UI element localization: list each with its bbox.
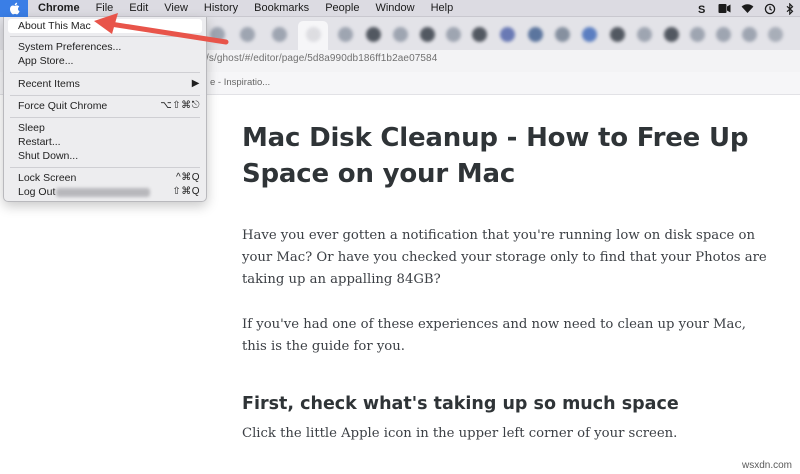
tab-favicon-icon[interactable] (500, 27, 515, 42)
menu-item-label: Shut Down... (18, 150, 79, 162)
menu-item-label: About This Mac (18, 20, 91, 32)
menu-history[interactable]: History (196, 0, 246, 17)
time-machine-icon[interactable] (764, 3, 776, 15)
article-title: Mac Disk Cleanup - How to Free Up Space … (242, 123, 749, 189)
menu-item-lock-screen[interactable]: Lock Screen ^⌘Q (4, 171, 206, 185)
menu-people[interactable]: People (317, 0, 367, 17)
menu-separator (10, 72, 200, 73)
tab-favicon-icon[interactable] (240, 27, 255, 42)
tab-favicon-icon[interactable] (306, 27, 321, 42)
wifi-icon[interactable] (741, 3, 754, 14)
paragraph-1: Have you ever gotten a notification that… (242, 228, 767, 287)
watermark: wsxdn.com (741, 460, 792, 471)
tab-favicon-icon[interactable] (555, 27, 570, 42)
tab-favicon-icon[interactable] (446, 27, 461, 42)
menu-item-restart[interactable]: Restart... (4, 135, 206, 149)
menu-chrome[interactable]: Chrome (28, 0, 88, 17)
menu-file[interactable]: File (88, 0, 122, 17)
tab-favicon-icon[interactable] (768, 27, 783, 42)
menu-bar: Chrome File Edit View History Bookmarks … (0, 0, 800, 17)
menu-item-label: App Store... (18, 55, 74, 67)
menu-item-label: Log Out (18, 186, 56, 198)
tab-favicon-icon[interactable] (393, 27, 408, 42)
skype-icon[interactable]: S (697, 3, 708, 15)
menu-item-app-store[interactable]: App Store... (4, 54, 206, 68)
menu-help[interactable]: Help (423, 0, 462, 17)
tab-favicon-icon[interactable] (716, 27, 731, 42)
menu-bookmarks[interactable]: Bookmarks (246, 0, 317, 17)
menu-separator (10, 167, 200, 168)
redacted-username (56, 187, 151, 197)
bookmark-item[interactable]: e - Inspiratio... (210, 77, 270, 88)
menu-item-about-this-mac[interactable]: About This Mac (8, 19, 202, 33)
submenu-arrow-icon: ▶ (191, 78, 200, 89)
tab-favicon-icon[interactable] (338, 27, 353, 42)
section-heading: First, check what's taking up so much sp… (242, 394, 679, 414)
paragraph-2: If you've had one of these experiences a… (242, 317, 746, 354)
menu-item-label: Force Quit Chrome (18, 100, 108, 112)
svg-text:S: S (698, 4, 705, 15)
tab-favicon-icon[interactable] (210, 27, 225, 42)
apple-menu-button[interactable] (0, 0, 28, 17)
menu-view[interactable]: View (156, 0, 196, 17)
menu-item-log-out[interactable]: Log Out ⇧⌘Q (4, 185, 206, 199)
tab-favicon-icon[interactable] (690, 27, 705, 42)
tab-favicon-icon[interactable] (472, 27, 487, 42)
media-icon[interactable] (718, 3, 731, 14)
tab-favicon-icon[interactable] (742, 27, 757, 42)
menu-separator (10, 95, 200, 96)
menu-edit[interactable]: Edit (121, 0, 156, 17)
menu-item-recent-items[interactable]: Recent Items ▶ (4, 77, 206, 91)
menu-shortcut: ⌥⇧⌘⎋ (160, 100, 200, 111)
menu-item-label: Sleep (18, 122, 45, 134)
menu-item-label: Recent Items (18, 78, 80, 90)
tab-favicon-icon[interactable] (610, 27, 625, 42)
menu-item-label: Lock Screen (18, 172, 77, 184)
tab-favicon-icon[interactable] (528, 27, 543, 42)
menu-item-sleep[interactable]: Sleep (4, 121, 206, 135)
tab-favicon-icon[interactable] (420, 27, 435, 42)
tab-favicon-icon[interactable] (272, 27, 287, 42)
status-area: S (697, 0, 794, 17)
tab-favicon-icon[interactable] (582, 27, 597, 42)
menu-window[interactable]: Window (367, 0, 422, 17)
menu-shortcut: ^⌘Q (176, 172, 200, 183)
bluetooth-icon[interactable] (786, 2, 794, 15)
menu-separator (10, 117, 200, 118)
menu-item-system-preferences[interactable]: System Preferences... (4, 40, 206, 54)
menu-separator (10, 36, 200, 37)
menu-item-label: System Preferences... (18, 41, 122, 53)
menu-item-force-quit[interactable]: Force Quit Chrome ⌥⇧⌘⎋ (4, 99, 206, 113)
menu-item-label: Restart... (18, 136, 61, 148)
menu-item-shut-down[interactable]: Shut Down... (4, 149, 206, 163)
tab-favicon-icon[interactable] (664, 27, 679, 42)
apple-menu-dropdown: About This Mac System Preferences... App… (3, 17, 207, 202)
tab-favicon-icon[interactable] (637, 27, 652, 42)
paragraph-3: Click the little Apple icon in the upper… (242, 426, 678, 441)
tab-favicon-icon[interactable] (366, 27, 381, 42)
menu-shortcut: ⇧⌘Q (172, 186, 200, 197)
url-text[interactable]: /s/ghost/#/editor/page/5d8a990db186ff1b2… (206, 53, 437, 64)
apple-icon (9, 2, 19, 14)
